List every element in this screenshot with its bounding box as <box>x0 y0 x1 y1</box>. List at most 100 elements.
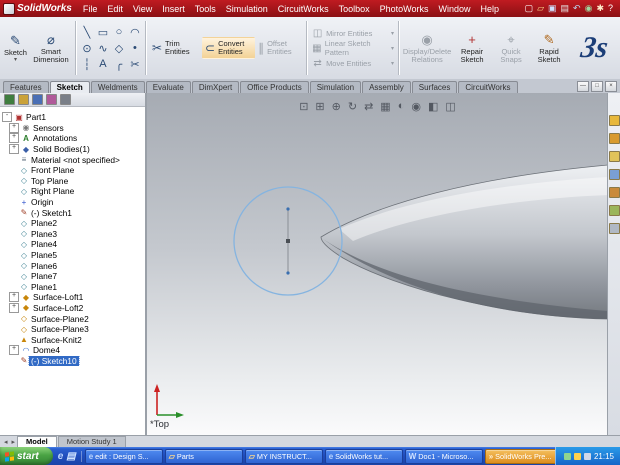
expander-icon[interactable]: + <box>9 345 19 356</box>
print-icon[interactable]: ▤ <box>561 4 570 13</box>
arc-icon[interactable]: ◠ <box>127 24 143 40</box>
trim-small-icon[interactable]: ✂ <box>127 56 143 72</box>
move-entities-button[interactable]: ⇄ Move Entities ▾ <box>310 56 396 71</box>
section-view-icon[interactable]: ◫ <box>445 100 455 113</box>
expander-icon[interactable]: + <box>9 302 19 313</box>
display-style-icon[interactable]: ◐ <box>398 100 405 113</box>
tab-assembly[interactable]: Assembly <box>362 81 411 93</box>
tree-item-plane4[interactable]: ◇ Plane4 <box>2 239 145 250</box>
minimize-button[interactable]: — <box>577 81 589 92</box>
trim-entities-button[interactable]: ✂ Trim Entities <box>149 37 202 60</box>
tab-sketch[interactable]: Sketch <box>49 81 90 93</box>
tree-item-plane2[interactable]: ◇ Plane2 <box>2 218 145 229</box>
menu-tools[interactable]: Tools <box>190 4 221 14</box>
rectangle-icon[interactable]: ▭ <box>95 24 111 40</box>
search-icon[interactable] <box>608 169 620 180</box>
rapid-sketch-button[interactable]: ✎ Rapid Sketch <box>530 30 568 67</box>
file-explorer-icon[interactable] <box>608 151 620 162</box>
pan-icon[interactable]: ⇄ <box>364 100 373 113</box>
fillet-icon[interactable]: ╭ <box>111 56 127 72</box>
expander-icon[interactable]: + <box>9 122 19 133</box>
expander-icon[interactable]: + <box>9 292 19 303</box>
tab-simulation[interactable]: Simulation <box>309 81 362 93</box>
design-library-icon[interactable] <box>608 133 620 144</box>
tree-item-part1[interactable]: - ▣ Part1 <box>2 112 145 123</box>
zoom-in-out-icon[interactable]: ⊕ <box>332 100 341 113</box>
tree-item-surface-plane2[interactable]: ◇ Surface-Plane2 <box>2 313 145 324</box>
rotate-view-icon[interactable]: ↻ <box>348 100 357 113</box>
taskbar-button-my-instruct[interactable]: ▱ MY INSTRUCT... <box>244 448 323 464</box>
doc-tab-motion-study-1[interactable]: Motion Study 1 <box>57 436 126 447</box>
propertymanager-tab-icon[interactable] <box>18 94 29 105</box>
smart-dimension-button[interactable]: ⌀ Smart Dimension <box>29 30 73 67</box>
undo-icon[interactable]: ↶ <box>573 4 581 13</box>
tree-item-plane5[interactable]: ◇ Plane5 <box>2 250 145 261</box>
tab-surfaces[interactable]: Surfaces <box>411 81 458 93</box>
taskbar-button-doc1-microso[interactable]: W Doc1 - Microso... <box>404 448 483 464</box>
tree-item-surface-plane3[interactable]: ◇ Surface-Plane3 <box>2 324 145 335</box>
displaymanager-tab-icon[interactable] <box>60 94 71 105</box>
hide-show-items-icon[interactable]: ◉ <box>411 100 421 113</box>
menu-toolbox[interactable]: Toolbox <box>334 4 375 14</box>
tree-item-solid-bodies-1[interactable]: + ◆ Solid Bodies(1) <box>2 144 145 155</box>
graphics-area[interactable]: ⊡ ⊞ ⊕ ↻ ⇄ ▦ ◐ ◉ ◧ ◫ *Top <box>147 93 608 436</box>
tray-network-icon[interactable] <box>563 452 571 460</box>
custom-properties-icon[interactable] <box>608 223 620 234</box>
tree-item-plane3[interactable]: ◇ Plane3 <box>2 229 145 240</box>
taskbar-button-solidworks-tut[interactable]: e SolidWorks tut... <box>324 448 403 464</box>
taskbar-button-edit-design-s[interactable]: e edit : Design S... <box>84 448 163 464</box>
sketch-point[interactable] <box>286 239 290 243</box>
doc-tab-model[interactable]: Model <box>17 436 57 447</box>
linear-sketch-pattern-button[interactable]: ▦ Linear Sketch Pattern ▾ <box>310 39 396 57</box>
view-palette-icon[interactable] <box>608 187 620 198</box>
solidworks-resources-icon[interactable] <box>608 115 620 126</box>
tab-scroll-right-icon[interactable]: ▸ <box>10 438 18 446</box>
featuremanager-tab-icon[interactable] <box>4 94 15 105</box>
menu-circuitworks[interactable]: CircuitWorks <box>273 4 334 14</box>
ellipse-icon[interactable]: ⊙ <box>79 40 95 56</box>
tree-item-sketch1[interactable]: ✎ (-) Sketch1 <box>2 207 145 218</box>
taskbar-button-solidworks-pre[interactable]: » SolidWorks Pre... <box>484 448 555 464</box>
new-icon[interactable]: ▢ <box>525 4 534 13</box>
help-icon[interactable]: ? <box>608 4 613 13</box>
expander-icon[interactable]: + <box>9 133 19 144</box>
tree-item-material-not-specified[interactable]: ≡ Material <not specified> <box>2 154 145 165</box>
expander-icon[interactable]: - <box>2 112 12 123</box>
menu-file[interactable]: File <box>78 4 103 14</box>
shadows-icon[interactable]: ◧ <box>428 100 438 113</box>
tray-security-icon[interactable] <box>573 452 581 460</box>
text-icon[interactable]: A <box>95 56 111 72</box>
menu-simulation[interactable]: Simulation <box>221 4 273 14</box>
tree-item-top-plane[interactable]: ◇ Top Plane <box>2 176 145 187</box>
quick-snaps-button[interactable]: ⌖ Quick Snaps <box>492 30 530 67</box>
zoom-area-icon[interactable]: ⊞ <box>315 100 324 113</box>
internet-explorer-icon[interactable]: e <box>58 451 64 462</box>
tree-item-plane6[interactable]: ◇ Plane6 <box>2 260 145 271</box>
circle-icon[interactable]: ○ <box>111 24 127 40</box>
tab-evaluate[interactable]: Evaluate <box>145 81 191 93</box>
view-orientation-icon[interactable]: ▦ <box>380 100 390 113</box>
dimxpertmanager-tab-icon[interactable] <box>46 94 57 105</box>
polygon-icon[interactable]: ◇ <box>111 40 127 56</box>
tree-item-right-plane[interactable]: ◇ Right Plane <box>2 186 145 197</box>
sketch-button[interactable]: ✎ Sketch ▾ <box>2 31 29 65</box>
tab-scroll-left-icon[interactable]: ◂ <box>2 438 10 446</box>
restore-button[interactable]: □ <box>591 81 603 92</box>
tab-weldments[interactable]: Weldments <box>90 81 145 93</box>
point-icon[interactable]: • <box>127 40 143 56</box>
menu-photoworks[interactable]: PhotoWorks <box>375 4 434 14</box>
centerline-icon[interactable]: ┆ <box>79 56 95 72</box>
tree-item-surface-knit2[interactable]: ▲ Surface-Knit2 <box>2 334 145 345</box>
taskbar-button-parts[interactable]: ▱ Parts <box>164 448 243 464</box>
appearances-icon[interactable] <box>608 205 620 216</box>
show-desktop-icon[interactable]: ▤ <box>66 451 75 462</box>
convert-entities-button[interactable]: ⊂ Convert Entities <box>202 36 256 60</box>
tree-item-plane7[interactable]: ◇ Plane7 <box>2 271 145 282</box>
rebuild-icon[interactable]: ◉ <box>585 4 593 13</box>
line-icon[interactable]: ╲ <box>79 24 95 40</box>
tree-item-sketch10[interactable]: ✎ (-) Sketch10 <box>2 355 145 367</box>
configurationmanager-tab-icon[interactable] <box>32 94 43 105</box>
tree-item-plane1[interactable]: ◇ Plane1 <box>2 282 145 293</box>
tree-item-surface-loft2[interactable]: + ◆ Surface-Loft2 <box>2 302 145 314</box>
tray-volume-icon[interactable] <box>583 452 591 460</box>
